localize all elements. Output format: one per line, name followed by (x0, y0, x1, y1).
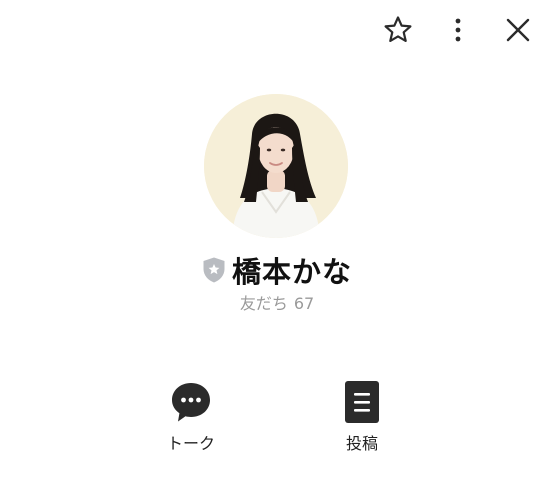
star-icon (384, 16, 412, 42)
profile-name-row: 橋本かな (0, 248, 554, 292)
close-icon (506, 18, 530, 42)
post-button[interactable]: 投稿 (312, 380, 412, 454)
talk-label: トーク (166, 434, 215, 453)
post-list-icon (345, 381, 379, 423)
more-vertical-icon (455, 18, 461, 42)
friends-count: 67 (293, 294, 315, 313)
friends-count-row: 友だち 67 (0, 290, 554, 314)
top-toolbar (0, 0, 554, 64)
close-button[interactable] (498, 10, 538, 50)
favorite-button[interactable] (378, 10, 418, 50)
official-shield-icon (203, 257, 225, 283)
chat-bubble-icon (172, 383, 210, 422)
profile-name: 橋本かな (231, 255, 352, 289)
profile-avatar[interactable] (204, 94, 348, 238)
talk-button[interactable]: トーク (141, 380, 241, 454)
friends-label: 友だち (239, 294, 288, 313)
post-label: 投稿 (345, 434, 378, 453)
more-button[interactable] (438, 10, 478, 50)
